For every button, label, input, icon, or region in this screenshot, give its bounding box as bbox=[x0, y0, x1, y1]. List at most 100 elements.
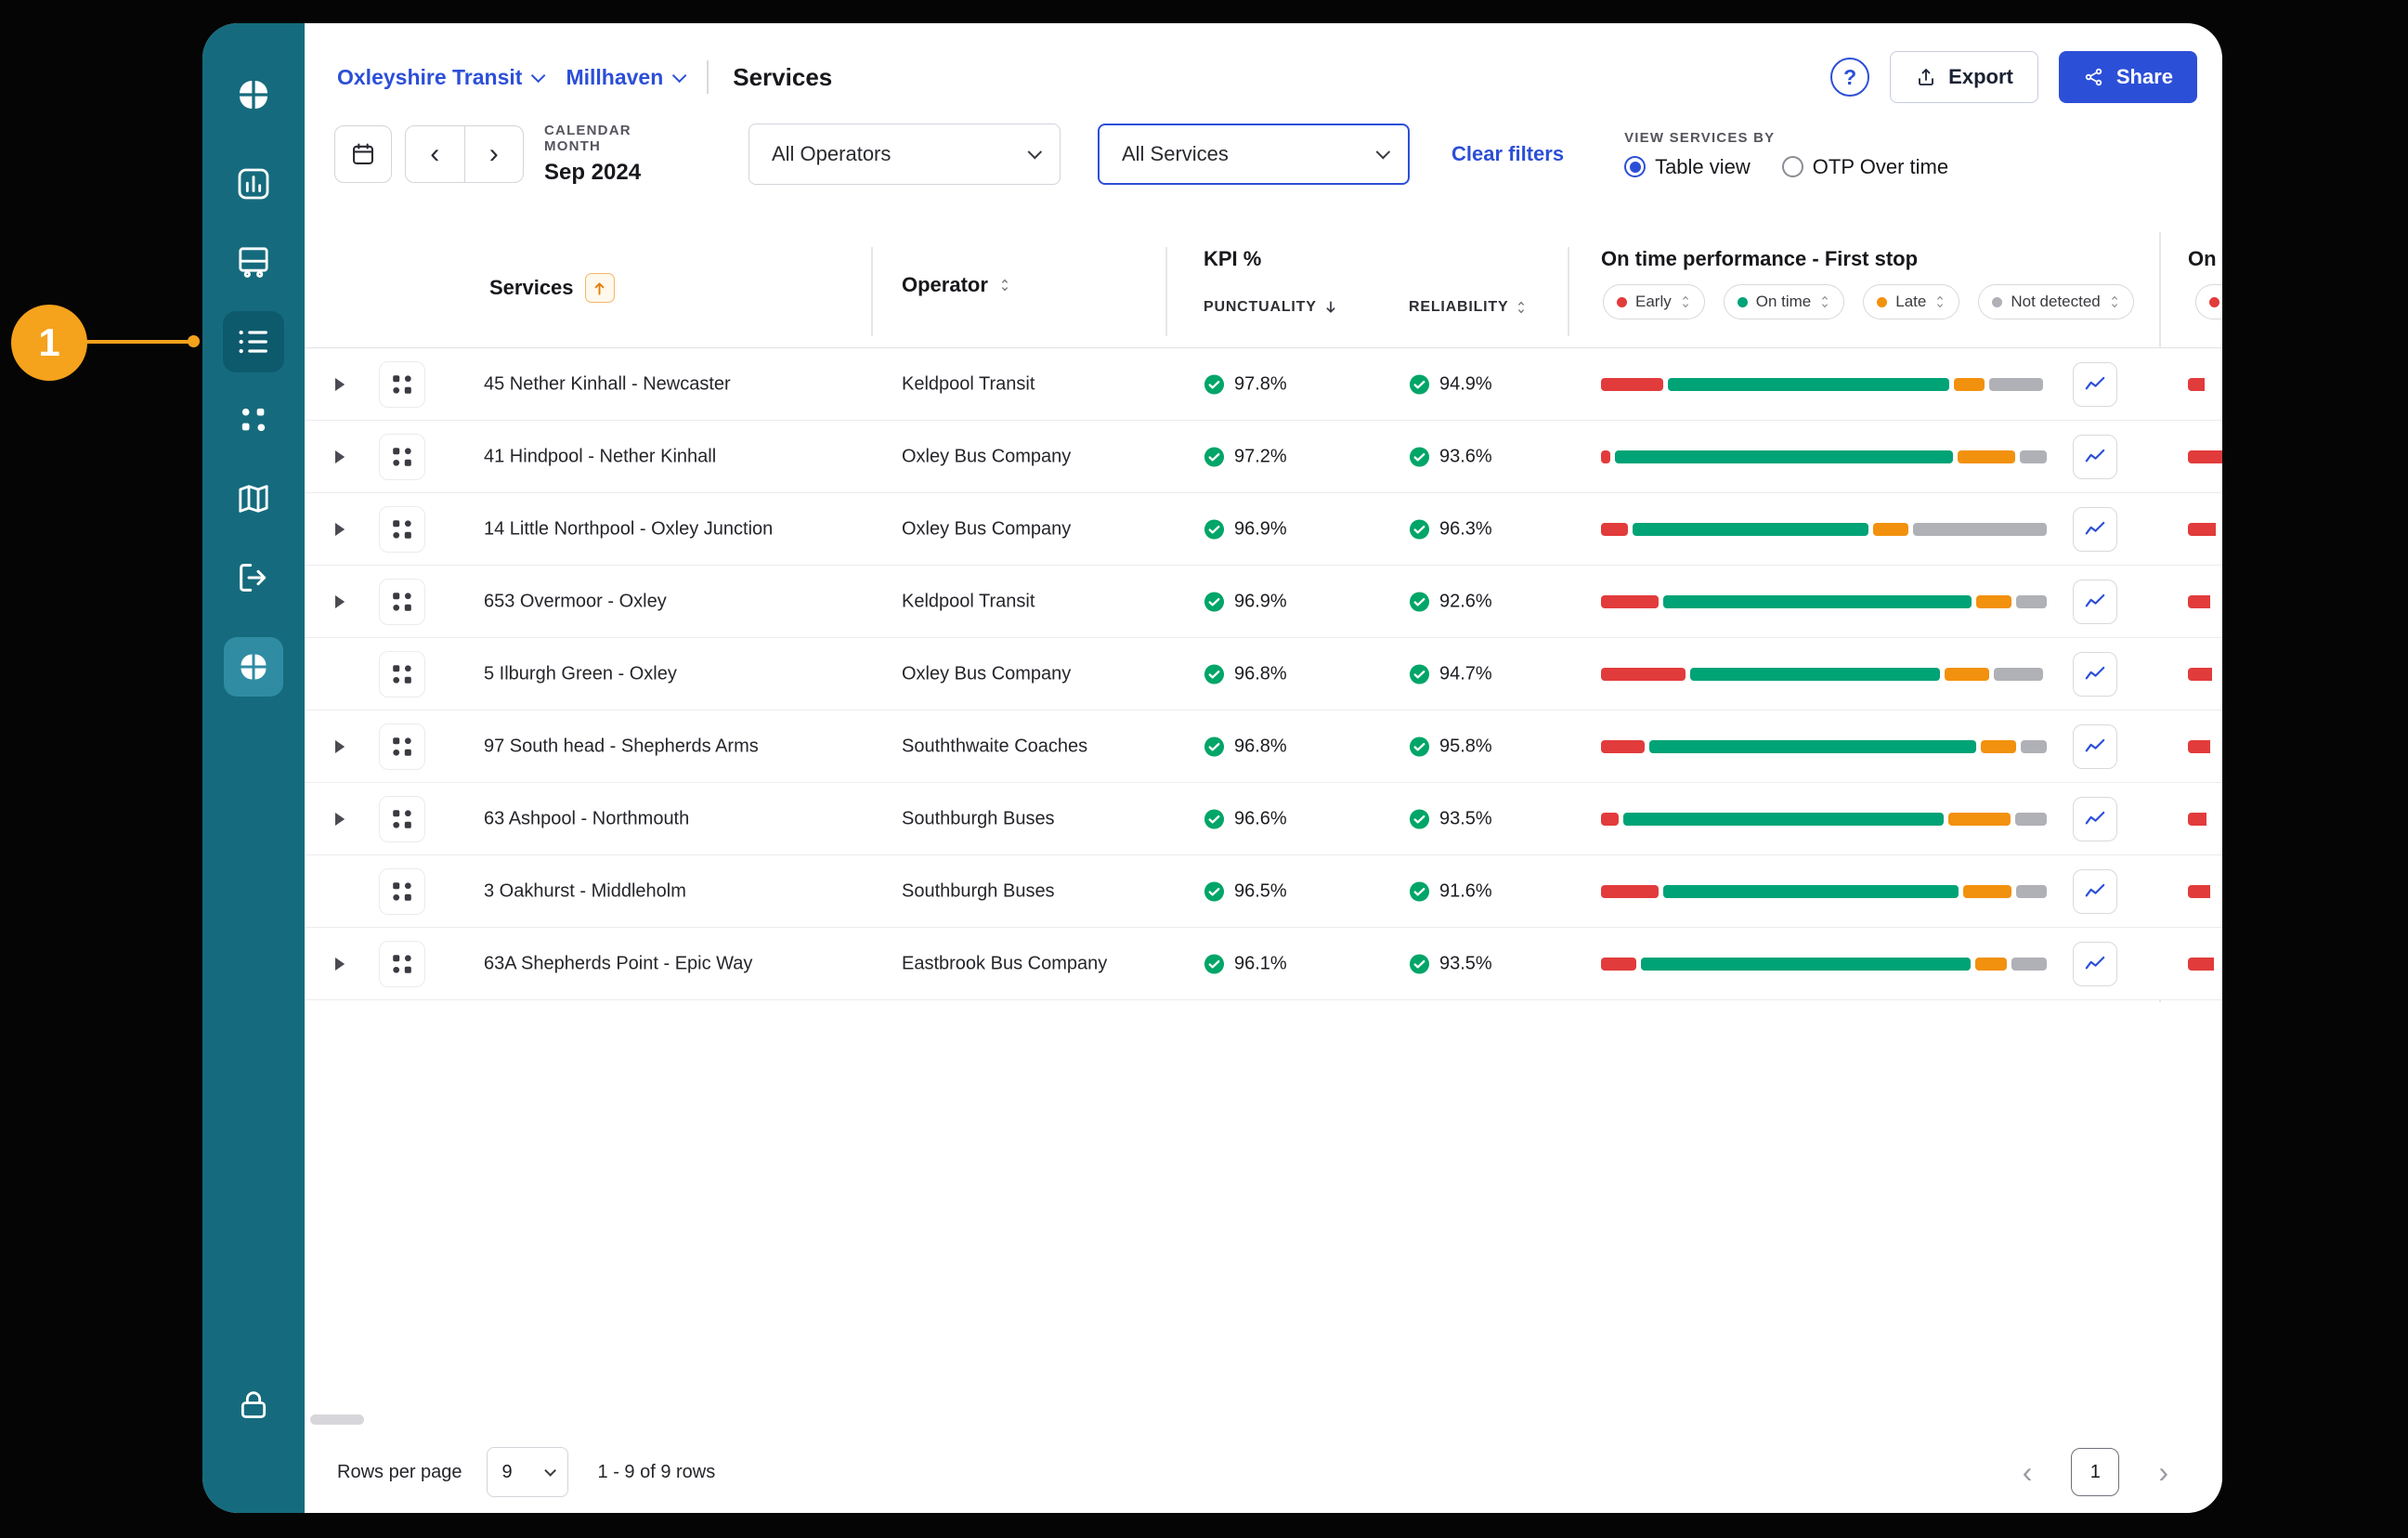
legend-chip-overflow[interactable]: Early bbox=[2195, 284, 2222, 319]
pagination: ‹ 1 › bbox=[2023, 1448, 2168, 1496]
trend-chart-button[interactable] bbox=[2073, 724, 2117, 769]
expand-caret-icon[interactable] bbox=[332, 956, 351, 972]
service-name: 63A Shepherds Point - Epic Way bbox=[484, 953, 752, 974]
app-logo-icon[interactable] bbox=[228, 69, 280, 121]
prev-month-button[interactable]: ‹ bbox=[406, 126, 465, 182]
service-name: 5 Ilburgh Green - Oxley bbox=[484, 663, 677, 684]
trend-chart-button[interactable] bbox=[2073, 797, 2117, 841]
otp-segment-on-time bbox=[1690, 668, 1940, 681]
legend-chip[interactable]: Late bbox=[1863, 284, 1959, 319]
bus-icon[interactable] bbox=[228, 236, 280, 288]
reliability-value: 93.5% bbox=[1439, 953, 1492, 974]
stops-grid-icon[interactable] bbox=[379, 651, 425, 697]
trend-chart-button[interactable] bbox=[2073, 869, 2117, 914]
expand-caret-icon[interactable] bbox=[332, 593, 351, 610]
expand-caret-icon[interactable] bbox=[332, 738, 351, 755]
trend-chart-button[interactable] bbox=[2073, 362, 2117, 407]
col-otp-overflow-label: On time performance bbox=[2188, 247, 2222, 271]
page-1-button[interactable]: 1 bbox=[2071, 1448, 2119, 1496]
service-name: 45 Nether Kinhall - Newcaster bbox=[484, 373, 731, 395]
stops-grid-icon[interactable] bbox=[379, 579, 425, 625]
help-button[interactable]: ? bbox=[1830, 58, 1869, 97]
otp-overflow-bar bbox=[2188, 523, 2216, 536]
lock-icon[interactable] bbox=[228, 1379, 280, 1431]
legend-chip[interactable]: On time bbox=[1724, 284, 1845, 319]
stops-grid-icon[interactable] bbox=[379, 361, 425, 408]
sort-both-icon[interactable] bbox=[1516, 300, 1527, 315]
radio-otp-over-time[interactable]: OTP Over time bbox=[1782, 155, 1948, 179]
legend-chip[interactable]: Early bbox=[1603, 284, 1705, 319]
horizontal-scrollbar[interactable] bbox=[310, 1414, 364, 1425]
otp-overflow-bar bbox=[2188, 668, 2212, 681]
trend-chart-button[interactable] bbox=[2073, 942, 2117, 986]
legend-chip[interactable]: Not detected bbox=[1978, 284, 2133, 319]
otp-overflow-bar bbox=[2188, 595, 2210, 608]
punctuality-value: 96.1% bbox=[1234, 953, 1287, 974]
service-name: 41 Hindpool - Nether Kinhall bbox=[484, 446, 716, 467]
stops-grid-icon[interactable] bbox=[379, 868, 425, 915]
clear-filters-link[interactable]: Clear filters bbox=[1451, 142, 1564, 166]
next-month-button[interactable]: › bbox=[465, 126, 524, 182]
app-tile-icon[interactable] bbox=[224, 637, 283, 697]
expand-caret-icon[interactable] bbox=[332, 521, 351, 538]
export-icon bbox=[1915, 66, 1937, 88]
arrow-down-icon[interactable] bbox=[1324, 300, 1337, 315]
trend-chart-button[interactable] bbox=[2073, 507, 2117, 552]
export-button[interactable]: Export bbox=[1890, 51, 2038, 103]
otp-segment-on-time bbox=[1649, 740, 1975, 753]
radio-table-view-label: Table view bbox=[1655, 155, 1751, 179]
expand-caret-icon[interactable] bbox=[332, 811, 351, 828]
export-label: Export bbox=[1948, 65, 2013, 89]
stops-grid-icon[interactable] bbox=[379, 506, 425, 553]
operator-name: Oxley Bus Company bbox=[902, 518, 1071, 540]
punctuality-value: 96.8% bbox=[1234, 736, 1287, 757]
rows-per-page-label: Rows per page bbox=[337, 1462, 462, 1483]
operators-select[interactable]: All Operators bbox=[748, 124, 1061, 185]
table-row: 653 Overmoor - Oxley Keldpool Transit 96… bbox=[305, 566, 2222, 638]
check-circle-icon bbox=[1204, 518, 1225, 540]
map-icon[interactable] bbox=[228, 473, 280, 525]
stops-grid-nav-icon[interactable] bbox=[228, 394, 280, 446]
stops-grid-icon[interactable] bbox=[379, 723, 425, 770]
share-button[interactable]: Share bbox=[2059, 51, 2197, 103]
punctuality-value: 96.5% bbox=[1234, 880, 1287, 902]
operator-name: Southburgh Buses bbox=[902, 808, 1055, 829]
trend-chart-button[interactable] bbox=[2073, 652, 2117, 697]
stops-grid-icon[interactable] bbox=[379, 941, 425, 987]
line-chart-icon bbox=[2083, 445, 2107, 469]
col-otp-label: On time performance - First stop bbox=[1601, 247, 1918, 271]
otp-stacked-bar bbox=[1601, 958, 2047, 971]
sort-both-icon bbox=[1934, 294, 1946, 309]
otp-segment-late bbox=[1975, 958, 2007, 971]
rows-per-page-value: 9 bbox=[502, 1462, 513, 1483]
trend-chart-button[interactable] bbox=[2073, 580, 2117, 624]
otp-segment-on-time bbox=[1623, 813, 1944, 826]
otp-segment-early bbox=[1601, 450, 1610, 463]
help-icon: ? bbox=[1843, 65, 1856, 90]
month-nav: ‹ › bbox=[405, 125, 524, 183]
trend-chart-button[interactable] bbox=[2073, 435, 2117, 479]
service-list-icon[interactable] bbox=[223, 311, 284, 372]
stops-grid-icon[interactable] bbox=[379, 434, 425, 480]
table-row: 3 Oakhurst - Middleholm Southburgh Buses… bbox=[305, 855, 2222, 928]
bar-chart-icon[interactable] bbox=[228, 158, 280, 210]
next-page-button[interactable]: › bbox=[2158, 1457, 2168, 1487]
rows-per-page-select[interactable]: 9 bbox=[487, 1447, 568, 1497]
calendar-button[interactable] bbox=[334, 125, 392, 183]
otp-segment-early bbox=[1601, 885, 1659, 898]
legend-chip-label: On time bbox=[1756, 293, 1812, 311]
radio-table-view[interactable]: Table view bbox=[1624, 155, 1751, 179]
logout-icon[interactable] bbox=[228, 552, 280, 604]
prev-page-button[interactable]: ‹ bbox=[2023, 1457, 2033, 1487]
sort-asc-badge[interactable] bbox=[585, 273, 615, 303]
stops-grid-icon[interactable] bbox=[379, 796, 425, 842]
otp-segment-not-detected bbox=[2016, 885, 2047, 898]
services-select[interactable]: All Services bbox=[1098, 124, 1410, 185]
org-selector[interactable]: Oxleyshire Transit bbox=[337, 65, 541, 90]
expand-caret-icon[interactable] bbox=[332, 449, 351, 465]
sort-both-icon[interactable] bbox=[999, 278, 1010, 293]
expand-caret-icon[interactable] bbox=[332, 376, 351, 393]
chevron-down-icon bbox=[1376, 144, 1391, 159]
check-circle-icon bbox=[1409, 953, 1430, 974]
area-selector[interactable]: Millhaven bbox=[566, 65, 683, 90]
